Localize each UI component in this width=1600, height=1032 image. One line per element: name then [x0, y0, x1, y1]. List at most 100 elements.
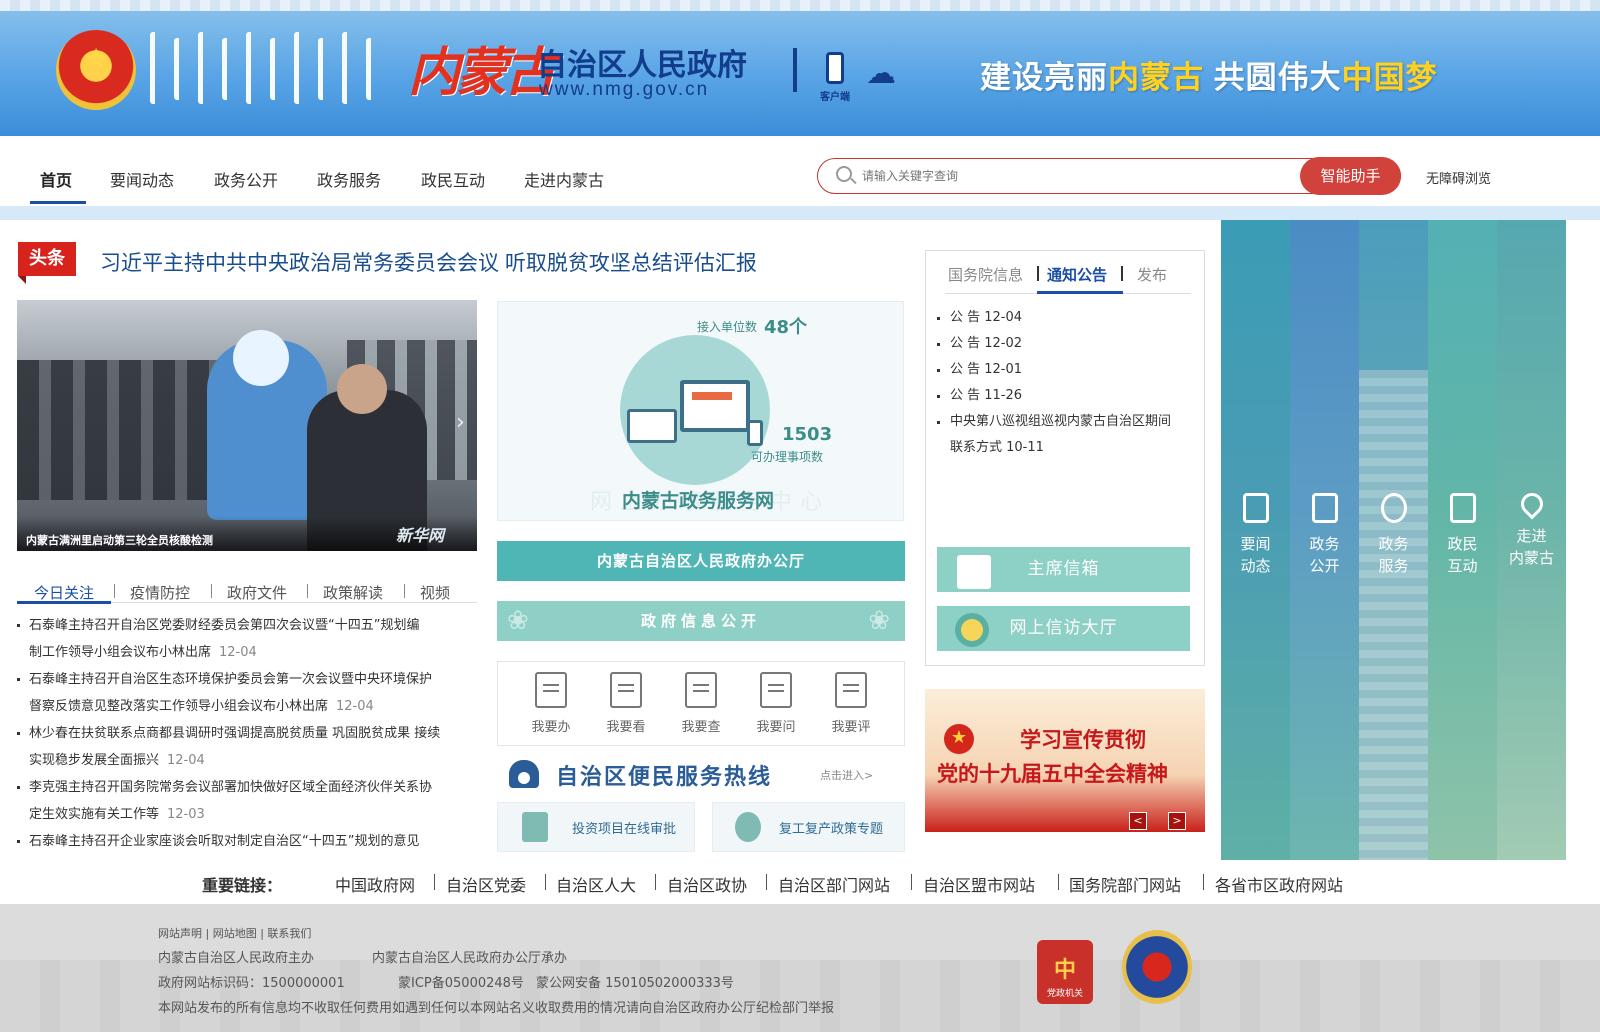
- policy-icon: [735, 812, 761, 842]
- edit-icon: [835, 672, 867, 708]
- investment-approval-label[interactable]: 投资项目在线审批: [572, 818, 676, 837]
- nav-divider: [0, 206, 1600, 220]
- links-label: 重要链接：: [202, 876, 283, 895]
- list-item[interactable]: 林少春在扶贫联系点商都县调研时强调提高脱贫质量 巩固脱贫成果 接续 实现稳步发展全…: [17, 720, 479, 774]
- phone-icon: [747, 420, 763, 446]
- nav-gov-service[interactable]: 政务服务: [317, 167, 381, 190]
- link-provincial-gov-sites[interactable]: 各省市区政府网站: [1215, 872, 1343, 896]
- promo-next-button[interactable]: >: [1168, 812, 1186, 830]
- footer-links[interactable]: 网站声明 | 网站地图 | 联系我们: [158, 925, 311, 941]
- units-value: 48个: [764, 317, 808, 338]
- list-item[interactable]: 石泰峰主持召开自治区党委财经委员会第四次会议暨“十四五”规划编 制工作领导小组会议…: [17, 612, 479, 666]
- approval-icon: [522, 812, 548, 842]
- chat-icon: [1449, 493, 1476, 523]
- info-public-button[interactable]: 政府信息公开: [497, 601, 905, 641]
- quick-action-check[interactable]: 我要查: [670, 672, 732, 735]
- link-separator: [434, 874, 435, 890]
- client-label[interactable]: 客户端: [820, 88, 850, 103]
- column-interaction[interactable]: 政民 互动: [1428, 493, 1497, 577]
- carousel-next-icon[interactable]: ›: [456, 410, 465, 435]
- promo-prev-button[interactable]: <: [1129, 812, 1147, 830]
- tab-gov-documents[interactable]: 政府文件: [227, 582, 287, 603]
- national-emblem-icon: [56, 30, 136, 110]
- mongolian-version-icon[interactable]: [793, 48, 805, 92]
- wechat-icon[interactable]: ☁: [866, 56, 896, 91]
- nav-about[interactable]: 走进内蒙古: [524, 167, 604, 190]
- nav-home[interactable]: 首页: [40, 167, 72, 190]
- gov-office-button[interactable]: 内蒙古自治区人民政府办公厅: [497, 541, 905, 581]
- nav-gov-public[interactable]: 政务公开: [214, 167, 278, 190]
- view-document-icon: [610, 672, 642, 708]
- column-gov-public[interactable]: 政务 公开: [1290, 493, 1359, 577]
- footer-police[interactable]: 蒙公网安备 15010502000333号: [536, 972, 734, 991]
- tab-state-council[interactable]: 国务院信息: [948, 264, 1023, 285]
- hotline-more-link[interactable]: 点击进入>: [820, 767, 873, 783]
- column-gov-service[interactable]: 政务 服务: [1359, 493, 1428, 577]
- tab-today-focus[interactable]: 今日关注: [34, 582, 94, 603]
- list-item[interactable]: 石泰峰主持召开企业家座谈会听取对制定自治区“十四五”规划的意见: [17, 828, 479, 855]
- link-china-gov[interactable]: 中国政府网: [335, 872, 415, 896]
- footer-icp[interactable]: 蒙ICP备05000248号: [398, 972, 524, 991]
- service-title[interactable]: 内蒙古政务服务网: [622, 486, 774, 513]
- police-badge-icon[interactable]: [1122, 930, 1192, 1004]
- tab-active-indicator: [1037, 291, 1123, 294]
- quick-action-view[interactable]: 我要看: [595, 672, 657, 735]
- petition-icon: [955, 613, 989, 647]
- promo-line1: 学习宣传贯彻: [1020, 728, 1146, 752]
- hotline-title[interactable]: 自治区便民服务热线: [556, 759, 772, 791]
- badge-label: 党政机关: [1046, 989, 1083, 999]
- notice-item[interactable]: 公 告 12-01: [937, 357, 1022, 383]
- link-cppcc[interactable]: 自治区政协: [667, 872, 747, 896]
- question-icon: [760, 672, 792, 708]
- footer-organizer: 内蒙古自治区人民政府办公厅承办: [372, 951, 568, 966]
- quick-action-do[interactable]: 我要办: [520, 672, 582, 735]
- site-name[interactable]: 自治区人民政府: [537, 40, 747, 84]
- column-news[interactable]: 要闻 动态: [1221, 493, 1290, 577]
- nav-news[interactable]: 要闻动态: [110, 167, 174, 190]
- resume-work-label[interactable]: 复工复产政策专题: [779, 818, 883, 837]
- mobile-client-icon[interactable]: [826, 52, 844, 84]
- items-label: 可办理事项数: [751, 450, 824, 464]
- link-dept-sites[interactable]: 自治区部门网站: [778, 872, 890, 896]
- nav-interaction[interactable]: 政民互动: [421, 167, 485, 190]
- accessibility-link[interactable]: 无障碍浏览: [1426, 168, 1491, 187]
- footer-host: 内蒙古自治区人民政府主办: [158, 951, 315, 966]
- notice-item[interactable]: 公 告 12-02: [937, 331, 1022, 357]
- list-item[interactable]: 石泰峰主持召开自治区生态环境保护委员会第一次会议暨中央环境保护 督察反馈意见整改落…: [17, 666, 479, 720]
- notice-item[interactable]: 公 告 11-26: [937, 383, 1022, 409]
- tab-separator: [211, 584, 212, 598]
- magnifier-icon: [685, 672, 717, 708]
- tab-separator: [1037, 266, 1039, 281]
- site-logo-calligraphy[interactable]: 内蒙古: [408, 30, 556, 105]
- tab-policy-interpretation[interactable]: 政策解读: [323, 582, 383, 603]
- assistant-button[interactable]: 智能助手: [1300, 157, 1401, 195]
- items-value: 1503: [782, 424, 833, 445]
- notice-item[interactable]: 公 告 12-04: [937, 305, 1022, 331]
- headline-title[interactable]: 习近平主持中共中央政治局常务委员会会议 听取脱贫攻坚总结评估汇报: [100, 247, 757, 277]
- link-state-council-depts[interactable]: 国务院部门网站: [1069, 872, 1181, 896]
- tab-video[interactable]: 视频: [420, 582, 450, 603]
- tab-notices[interactable]: 通知公告: [1047, 264, 1107, 285]
- search-icon[interactable]: [836, 166, 852, 182]
- tablet-icon: [627, 409, 677, 443]
- column-about[interactable]: 走进 内蒙古: [1497, 488, 1566, 569]
- document-icon: [1242, 493, 1269, 523]
- link-separator: [655, 874, 656, 890]
- list-item[interactable]: 李克强主持召开国务院常务会议部署加快做好区域全面经济伙伴关系协 定生效实施有关工作…: [17, 774, 479, 828]
- tab-release[interactable]: 发布: [1137, 264, 1167, 285]
- slogan: 建设亮丽内蒙古 共圆伟大中国梦: [980, 60, 1438, 95]
- news-photo[interactable]: [17, 300, 477, 551]
- link-league-city-sites[interactable]: 自治区盟市网站: [923, 872, 1035, 896]
- telephone-icon: [509, 760, 539, 788]
- promo-line2: 党的十九届五中全会精神: [937, 762, 1168, 786]
- photo-caption[interactable]: 内蒙古满洲里启动第三轮全员核酸检测: [26, 532, 213, 548]
- quick-action-rate[interactable]: 我要评: [820, 672, 882, 735]
- link-party-committee[interactable]: 自治区党委: [446, 872, 526, 896]
- quick-action-ask[interactable]: 我要问: [745, 672, 807, 735]
- link-peoples-congress[interactable]: 自治区人大: [556, 872, 636, 896]
- notice-item[interactable]: 中央第八巡视组巡视内蒙古自治区期间 联系方式 10-11: [937, 409, 1171, 461]
- link-separator: [766, 874, 767, 890]
- tab-epidemic[interactable]: 疫情防控: [130, 582, 190, 603]
- building-icon: [1311, 493, 1338, 523]
- search-input[interactable]: [862, 166, 1282, 186]
